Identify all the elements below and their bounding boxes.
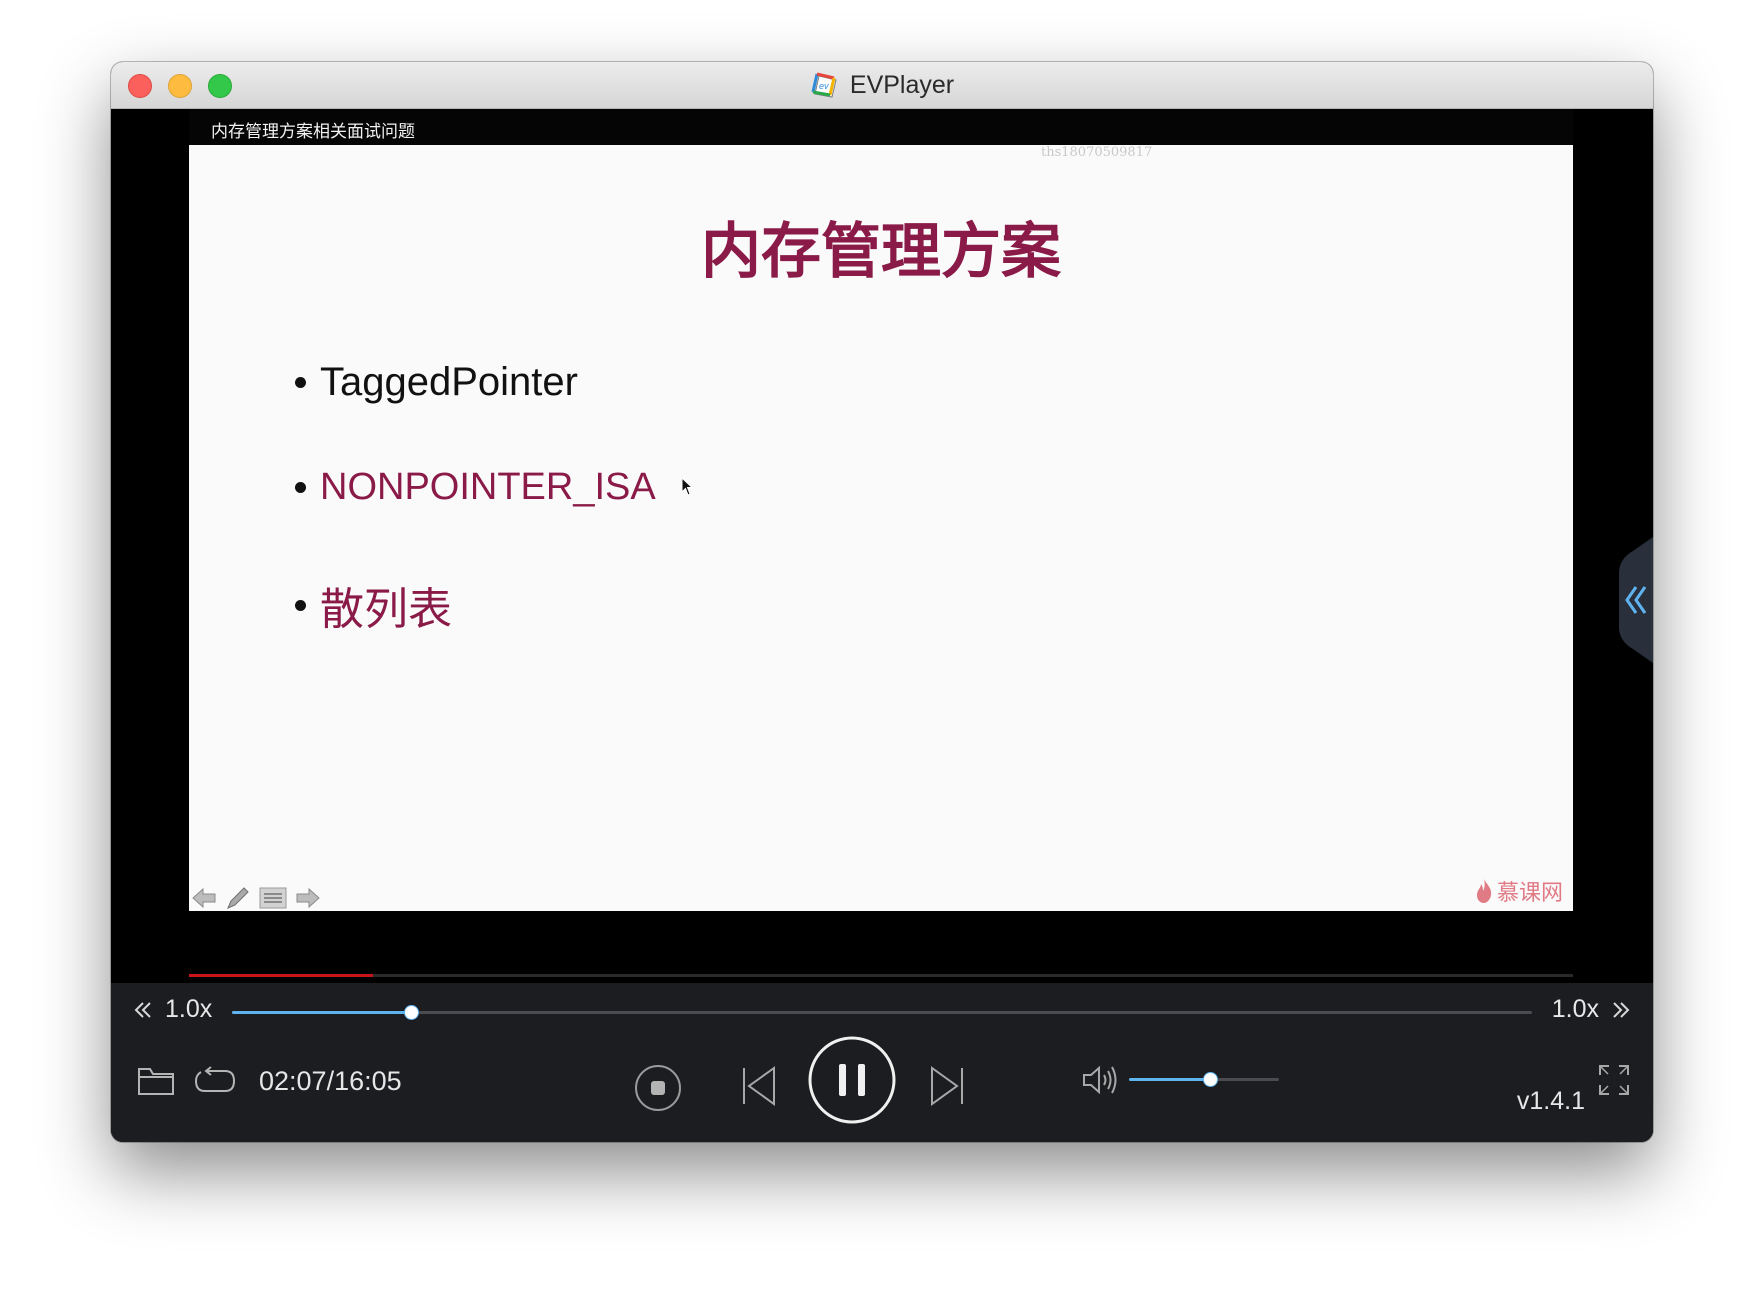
speed-label-right: 1.0x bbox=[1551, 995, 1599, 1023]
slide-bullet: 散列表 bbox=[295, 573, 452, 637]
video-progress-fill bbox=[189, 974, 374, 977]
video-title: 内存管理方案相关面试问题 bbox=[211, 122, 415, 141]
speed-slider-fill bbox=[232, 1011, 412, 1014]
speed-down-control[interactable]: 1.0x bbox=[133, 995, 212, 1024]
menu-icon[interactable] bbox=[259, 886, 287, 910]
loop-icon[interactable] bbox=[193, 1066, 237, 1096]
slide-bullet: NONPOINTER_ISA bbox=[295, 466, 656, 509]
chevron-double-left-icon[interactable] bbox=[133, 1000, 153, 1020]
time-display: 02:07/16:05 bbox=[259, 1065, 402, 1096]
video-progress-bar[interactable] bbox=[189, 974, 1573, 977]
bullet-dot bbox=[295, 482, 306, 493]
side-panel-toggle[interactable] bbox=[1613, 537, 1653, 663]
player-window: ev EVPlayer 内存管理方案相关面试问题 ths18070509817 … bbox=[111, 62, 1653, 1142]
bullet-dot bbox=[295, 377, 306, 388]
stop-button[interactable] bbox=[633, 1063, 683, 1113]
pen-icon[interactable] bbox=[225, 885, 251, 911]
mouse-cursor-icon bbox=[681, 477, 693, 496]
player-content: 内存管理方案相关面试问题 ths18070509817 内存管理方案 Tagge… bbox=[111, 109, 1653, 1142]
arrow-left-icon[interactable] bbox=[191, 886, 217, 910]
previous-track-button[interactable] bbox=[739, 1063, 779, 1109]
arrow-right-icon[interactable] bbox=[295, 886, 321, 910]
volume-slider-fill bbox=[1129, 1078, 1210, 1081]
bullet-text: 散列表 bbox=[320, 584, 452, 635]
svg-text:ev: ev bbox=[819, 81, 829, 91]
volume-slider-knob[interactable] bbox=[1204, 1073, 1217, 1086]
evplayer-app-icon: ev bbox=[811, 72, 837, 98]
speed-slider[interactable] bbox=[232, 1006, 1532, 1019]
slide-title: 内存管理方案 bbox=[701, 217, 1061, 287]
folder-icon[interactable] bbox=[137, 1065, 175, 1097]
version-label: v1.4.1 bbox=[1516, 1087, 1585, 1115]
slide-bullet: TaggedPointer bbox=[295, 360, 578, 405]
speed-up-control[interactable]: 1.0x bbox=[1552, 995, 1631, 1024]
bullet-dot bbox=[295, 599, 306, 611]
control-panel: 1.0x 1.0x 02:07/16:05 v1.4.1 bbox=[111, 983, 1653, 1142]
next-track-button[interactable] bbox=[927, 1063, 967, 1109]
bullet-text: TaggedPointer bbox=[320, 360, 578, 404]
bullet-text: NONPOINTER_ISA bbox=[320, 466, 656, 508]
left-controls: 02:07/16:05 bbox=[137, 1065, 402, 1097]
speed-slider-knob[interactable] bbox=[405, 1006, 419, 1019]
chevron-double-right-icon[interactable] bbox=[1611, 1000, 1631, 1020]
window-title: EVPlayer bbox=[849, 70, 955, 99]
fullscreen-button[interactable] bbox=[1597, 1063, 1631, 1097]
brand-logo: 慕课网 bbox=[1475, 875, 1563, 907]
flame-icon bbox=[1476, 879, 1492, 903]
pause-button[interactable] bbox=[807, 1035, 897, 1125]
volume-icon[interactable] bbox=[1081, 1063, 1121, 1097]
volume-slider[interactable] bbox=[1129, 1073, 1279, 1086]
speed-label-left: 1.0x bbox=[165, 995, 213, 1023]
slide-toolbar bbox=[191, 885, 321, 911]
brand-text: 慕课网 bbox=[1496, 881, 1563, 906]
video-watermark: ths18070509817 bbox=[1041, 145, 1153, 160]
video-header: 内存管理方案相关面试问题 bbox=[189, 109, 1573, 145]
video-frame[interactable]: ths18070509817 内存管理方案 TaggedPointer NONP… bbox=[189, 145, 1573, 911]
title-bar[interactable]: ev EVPlayer bbox=[111, 62, 1653, 109]
